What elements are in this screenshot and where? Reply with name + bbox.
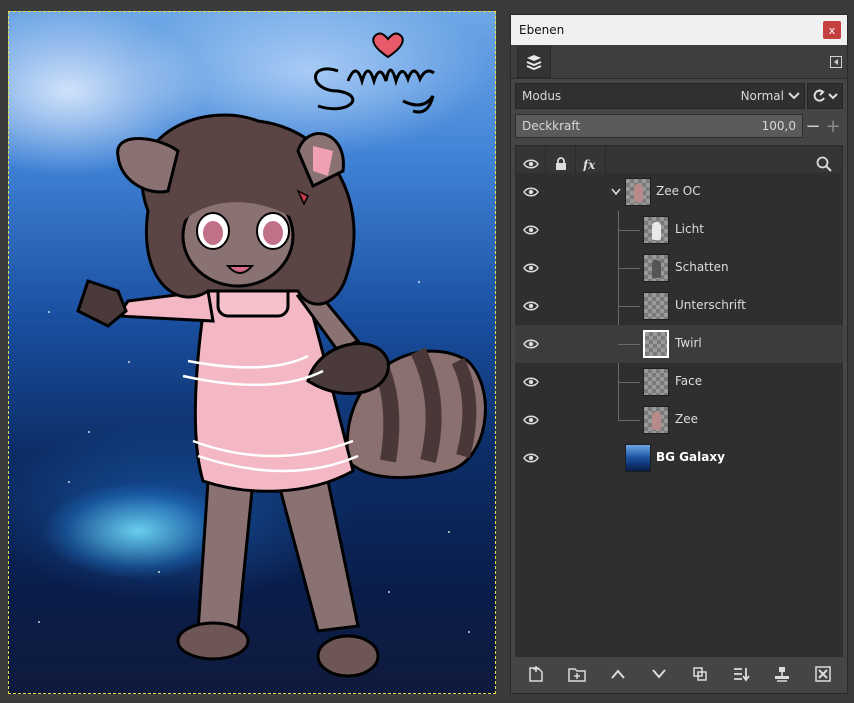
layer-name: Schatten	[675, 260, 729, 274]
layer-row-licht[interactable]: Licht	[515, 211, 843, 249]
new-group-button[interactable]	[565, 662, 589, 686]
character-artwork	[76, 32, 487, 678]
heart	[372, 32, 404, 59]
new-layer-button[interactable]	[524, 662, 548, 686]
visibility-eye-icon[interactable]	[523, 337, 539, 351]
panel-menu-icon	[830, 55, 842, 68]
layer-name: Zee	[675, 412, 698, 426]
layer-row-schatten[interactable]: Schatten	[515, 249, 843, 287]
lower-layer-button[interactable]	[647, 662, 671, 686]
layer-thumbnail	[625, 444, 651, 472]
mode-select[interactable]: Modus Normal	[515, 83, 805, 109]
canvas-area	[0, 0, 506, 703]
layer-thumbnail	[643, 368, 669, 396]
close-button[interactable]: x	[823, 21, 841, 39]
layer-thumbnail	[625, 178, 651, 206]
opacity-slider[interactable]: Deckkraft 100,0	[515, 114, 803, 138]
signature	[314, 67, 435, 114]
visibility-eye-icon[interactable]	[523, 261, 539, 275]
layer-thumbnail	[643, 292, 669, 320]
lock-icon	[555, 157, 566, 170]
raise-layer-button[interactable]	[606, 662, 630, 686]
layer-name: Licht	[675, 222, 704, 236]
composite-mode-button[interactable]	[807, 83, 843, 109]
chevron-down-icon[interactable]	[610, 186, 622, 198]
panel-titlebar: Ebenen x	[511, 15, 847, 45]
opacity-decrease-button[interactable]: −	[803, 114, 823, 138]
panel-title: Ebenen	[519, 23, 565, 37]
fx-icon: fx	[582, 158, 596, 171]
layers-panel: Ebenen x Modus Normal Deckkraft 100,0 − …	[510, 14, 848, 694]
tab-layers[interactable]	[517, 45, 551, 78]
opacity-label: Deckkraft	[522, 119, 581, 133]
lower-layer-icon	[651, 669, 666, 679]
delete-layer-icon	[814, 666, 831, 682]
raise-layer-icon	[610, 669, 625, 679]
legs	[176, 479, 380, 678]
anchor-layer-button[interactable]	[770, 662, 794, 686]
layer-name: Unterschrift	[675, 298, 746, 312]
mode-value: Normal	[740, 89, 784, 103]
duplicate-layer-button[interactable]	[688, 662, 712, 686]
new-group-icon	[567, 668, 586, 682]
image-canvas[interactable]	[8, 11, 496, 694]
visibility-eye-icon[interactable]	[523, 223, 539, 237]
visibility-eye-icon[interactable]	[523, 375, 539, 389]
ear-left	[116, 137, 180, 194]
layer-thumbnail	[643, 216, 669, 244]
duplicate-layer-icon	[692, 667, 707, 681]
merge-down-icon	[733, 668, 750, 682]
layer-row-zee[interactable]: Zee	[515, 401, 843, 439]
search-icon	[816, 156, 832, 172]
layer-row-face[interactable]: Face	[515, 363, 843, 401]
chevron-down-icon	[788, 92, 800, 100]
delete-layer-button[interactable]	[811, 662, 835, 686]
merge-down-button[interactable]	[729, 662, 753, 686]
layer-name: Zee OC	[656, 184, 701, 198]
layer-thumbnail	[643, 406, 669, 434]
mode-label: Modus	[522, 89, 562, 103]
visibility-eye-icon[interactable]	[523, 451, 539, 465]
layer-thumbnail	[643, 254, 669, 282]
layer-thumbnail	[643, 330, 669, 358]
composite-space-icon	[813, 89, 838, 102]
layer-row-zee-oc[interactable]: Zee OC	[515, 173, 843, 211]
app-window: Ebenen x Modus Normal Deckkraft 100,0 − …	[0, 0, 854, 703]
visibility-eye-icon[interactable]	[523, 299, 539, 313]
mode-row: Modus Normal	[515, 83, 843, 109]
svg-text:fx: fx	[582, 158, 596, 171]
visibility-eye-icon[interactable]	[523, 185, 539, 199]
panel-tabbar	[511, 45, 847, 79]
layer-row-bg-galaxy[interactable]: BG Galaxy	[515, 439, 843, 477]
anchor-icon	[774, 667, 789, 682]
opacity-value: 100,0	[761, 119, 796, 133]
layer-row-unterschrift[interactable]: Unterschrift	[515, 287, 843, 325]
panel-menu-button[interactable]	[829, 55, 843, 69]
layer-name: Face	[675, 374, 703, 388]
layers-bottom-toolbar	[515, 659, 843, 689]
opacity-row: Deckkraft 100,0 − +	[515, 113, 843, 139]
layer-row-twirl[interactable]: Twirl	[515, 325, 843, 363]
layer-name: BG Galaxy	[656, 450, 725, 464]
eye-icon	[522, 159, 539, 169]
layers-stack-icon	[526, 54, 542, 70]
layer-list[interactable]: Zee OC Licht Schatten Unterschrift Twirl…	[515, 173, 843, 657]
visibility-eye-icon[interactable]	[523, 413, 539, 427]
opacity-increase-button[interactable]: +	[823, 114, 843, 138]
layer-name: Twirl	[675, 336, 702, 350]
new-layer-icon	[528, 666, 543, 682]
